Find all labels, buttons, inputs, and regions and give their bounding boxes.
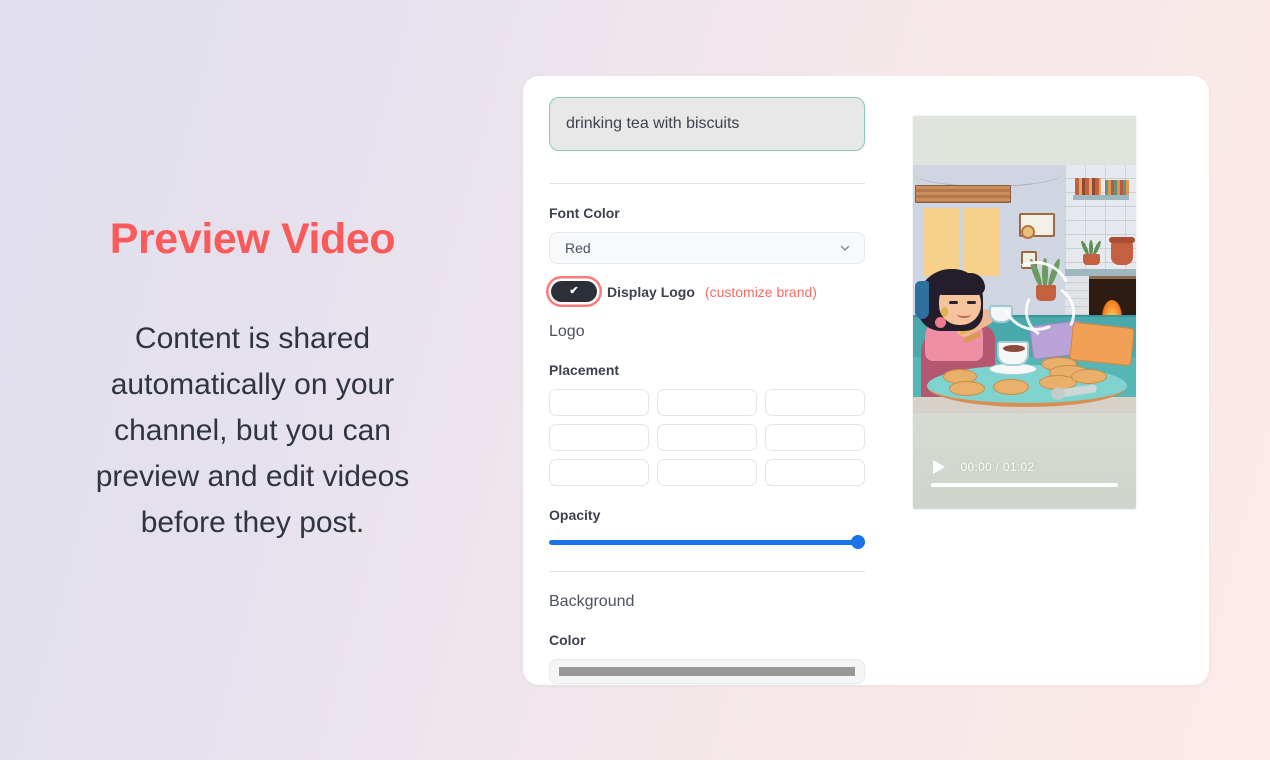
placement-cell[interactable] <box>657 389 757 416</box>
placement-cell[interactable] <box>765 389 865 416</box>
video-editor-card: drinking tea with biscuits Font Color Re… <box>523 76 1209 685</box>
background-color-picker[interactable] <box>549 659 865 684</box>
opacity-slider[interactable] <box>549 535 865 549</box>
earring <box>940 307 948 317</box>
display-logo-toggle[interactable]: ✔ <box>551 281 597 302</box>
clay-pot <box>1108 237 1135 265</box>
placement-cell[interactable] <box>657 424 757 451</box>
video-thumbnail-illustration <box>912 165 1136 413</box>
person-bangs <box>934 273 985 295</box>
hair-flower <box>934 317 946 328</box>
customize-brand-link[interactable]: (customize brand) <box>705 284 817 300</box>
potted-plant <box>1079 237 1103 265</box>
video-preview-pane: 00:00 / 01:02 <box>865 96 1183 665</box>
placement-label: Placement <box>549 362 620 378</box>
biscuit <box>992 379 1029 395</box>
display-logo-label: Display Logo <box>607 283 695 300</box>
settings-form: drinking tea with biscuits Font Color Re… <box>549 96 865 684</box>
biscuit <box>1070 369 1107 384</box>
color-label: Color <box>549 632 586 648</box>
placement-cell[interactable] <box>765 459 865 486</box>
placement-cell[interactable] <box>657 459 757 486</box>
check-icon: ✔ <box>569 285 579 297</box>
color-swatch <box>559 667 855 676</box>
intro-description: Content is shared automatically on your … <box>95 321 410 539</box>
person-eye <box>948 301 958 304</box>
video-player[interactable]: 00:00 / 01:02 <box>912 116 1136 509</box>
video-timestamp: 00:00 / 01:02 <box>960 460 1035 474</box>
fireplace-mantel <box>1064 269 1136 276</box>
play-icon[interactable] <box>932 460 945 474</box>
chevron-down-icon <box>839 242 851 254</box>
section-divider-top <box>549 183 865 184</box>
opacity-slider-thumb[interactable] <box>851 535 865 549</box>
placement-grid <box>549 389 865 486</box>
opacity-slider-track <box>549 539 865 545</box>
person-smile <box>956 311 971 318</box>
opacity-label: Opacity <box>549 507 601 523</box>
font-color-selected-value: Red <box>565 240 591 256</box>
window-blind <box>914 185 1011 203</box>
placement-cell[interactable] <box>549 424 649 451</box>
font-color-select[interactable]: Red <box>549 232 865 264</box>
teacup-on-table <box>996 341 1029 366</box>
cushion <box>1068 321 1135 367</box>
books <box>1104 180 1129 195</box>
placement-cell[interactable] <box>765 424 865 451</box>
books <box>1074 178 1101 195</box>
video-controls: 00:00 / 01:02 <box>913 413 1136 509</box>
placement-cell[interactable] <box>549 389 649 416</box>
display-logo-row: ✔ Display Logo (customize brand) <box>549 281 865 302</box>
wall-clock-icon <box>1020 225 1035 239</box>
font-color-label: Font Color <box>549 205 620 221</box>
prompt-input[interactable]: drinking tea with biscuits <box>549 97 865 151</box>
logo-section-title: Logo <box>549 323 585 340</box>
wall-shelf <box>1072 195 1129 200</box>
prompt-input-value: drinking tea with biscuits <box>566 115 740 132</box>
person-eye <box>966 301 976 304</box>
section-divider-bottom <box>549 571 865 572</box>
page-title: Preview Video <box>109 214 396 263</box>
background-section-title: Background <box>549 593 635 610</box>
biscuit <box>948 381 985 396</box>
intro-pane: Preview Video Content is shared automati… <box>0 0 505 760</box>
person-hair-highlight <box>914 281 929 319</box>
video-progress-bar[interactable] <box>930 483 1118 487</box>
placement-cell[interactable] <box>549 459 649 486</box>
